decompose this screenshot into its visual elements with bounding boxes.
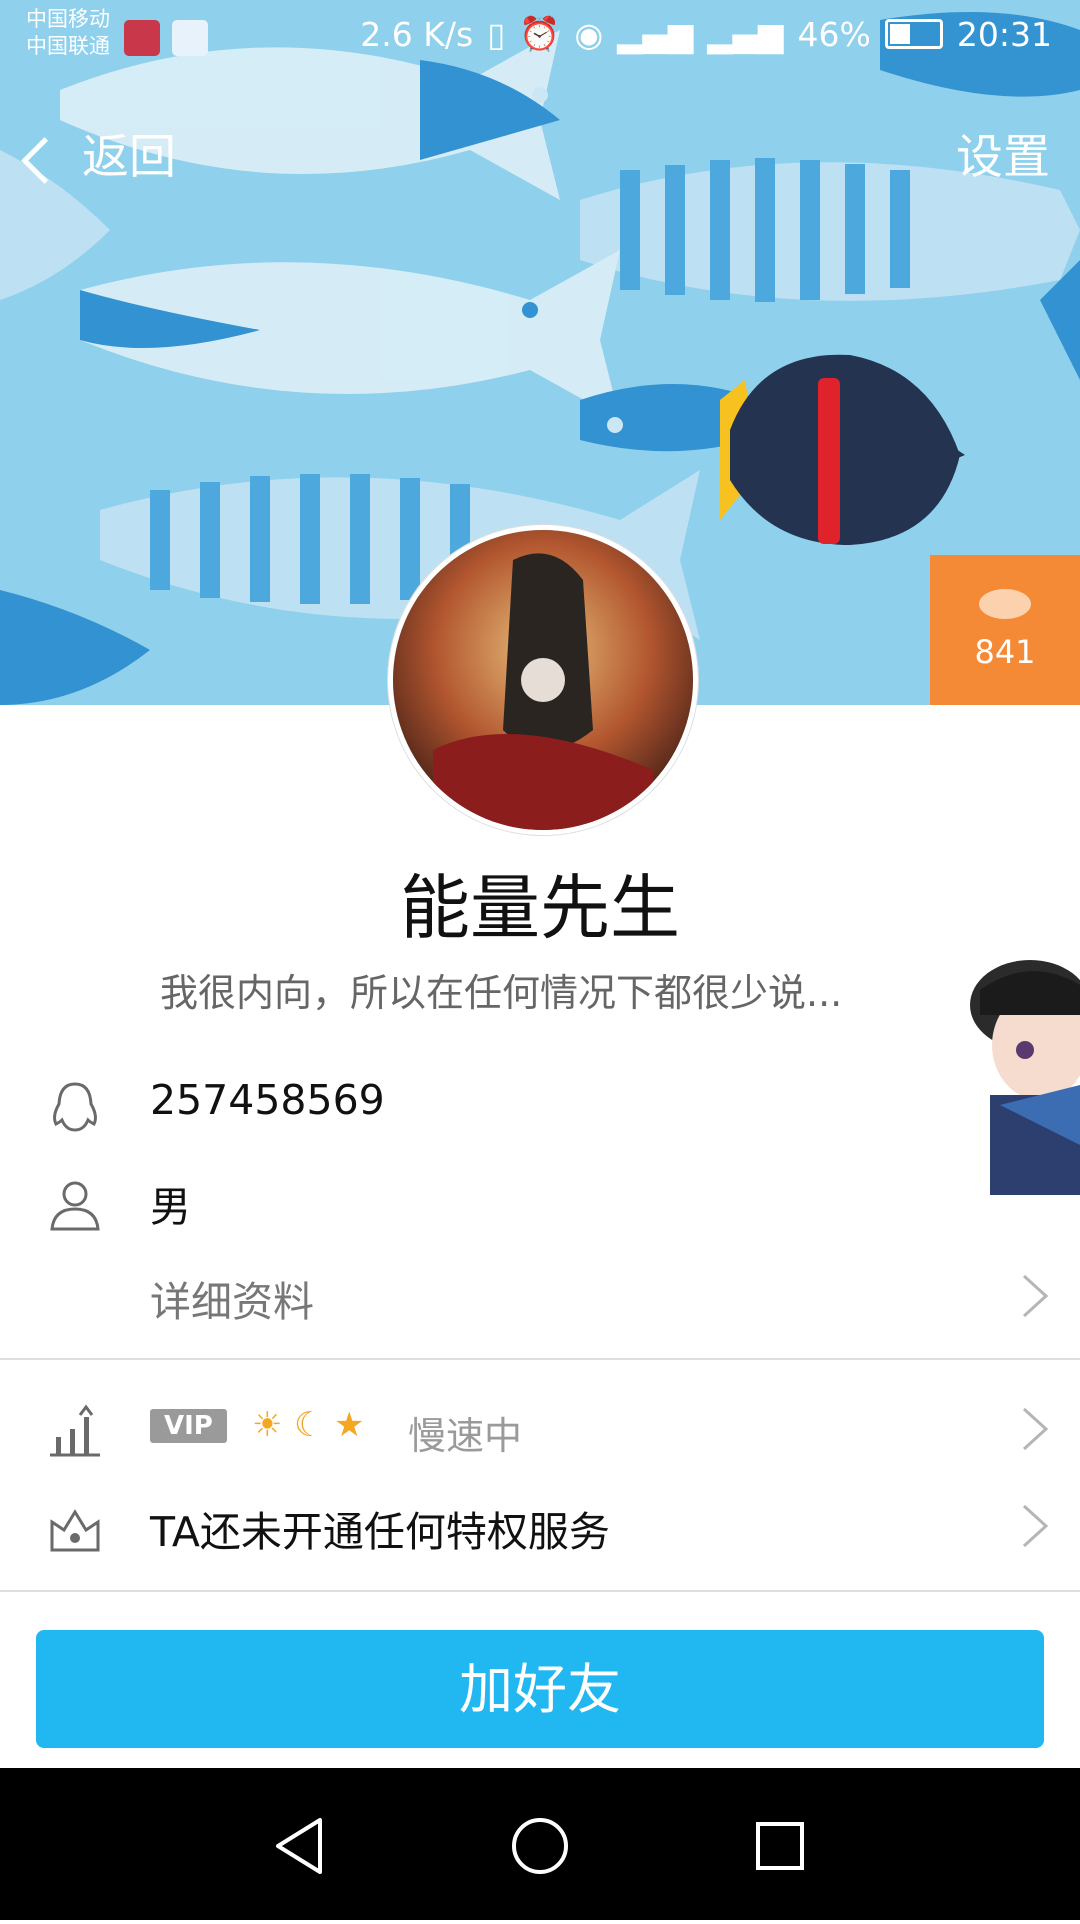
privilege-text: TA还未开通任何特权服务 [150,1508,610,1556]
vibrate-icon: ▯ [487,14,506,54]
carrier-info: 中国移动 中国联通 [26,6,110,60]
vip-badge: VIP [150,1409,227,1443]
penguin-icon [53,1082,97,1132]
qq-number-row: 257458569 [0,1058,1080,1148]
huawei-app-icon [124,20,160,56]
qq-number: 257458569 [150,1076,385,1124]
level-speed-text: 慢速中 [408,1414,523,1458]
profile-name: 能量先生 [400,867,680,949]
settings-label: 设置 [956,130,1050,185]
home-nav-icon[interactable] [512,1818,568,1874]
section-divider [0,1358,1080,1360]
sun-icon: ☀ [252,1405,283,1445]
status-indicators: 2.6 K/s ▯ ⏰ ◉ ▂▄▆ ▂▄▆ 46% 20:31 [360,14,1052,54]
details-row[interactable]: 详细资料 [0,1250,1080,1340]
gender-row: 男 [0,1155,1080,1245]
carrier-1: 中国移动 [26,7,110,31]
popularity-badge[interactable]: 841 [930,555,1080,705]
likes-icon [979,589,1031,619]
battery-icon [884,19,943,49]
back-button[interactable]: 返回 [21,118,176,187]
settings-button[interactable]: 设置 [956,118,1050,187]
level-row[interactable]: VIP ☀ ☾ ★ 慢速中 [0,1383,1080,1473]
crown-icon [50,1509,100,1552]
chevron-left-icon [21,137,68,184]
signal-icon: ▂▄▆ [617,14,694,54]
chevron-right-icon [1022,1274,1049,1318]
battery-percent: 46% [797,14,871,54]
eye-icon: ◉ [574,14,604,54]
popularity-count: 841 [974,633,1036,671]
avatar-image [393,530,693,830]
section-divider-bottom [0,1590,1080,1592]
carrier-2: 中国联通 [26,34,110,58]
add-friend-button[interactable]: 加好友 [36,1630,1044,1748]
avatar[interactable] [388,525,698,835]
level-chart-icon [50,1404,100,1457]
recents-nav-icon[interactable] [756,1822,804,1870]
person-icon [50,1181,100,1231]
star-icon: ★ [334,1405,365,1445]
clock: 20:31 [956,14,1052,54]
back-nav-icon[interactable] [276,1818,322,1874]
details-label: 详细资料 [150,1278,314,1326]
status-bar: 中国移动 中国联通 2.6 K/s ▯ ⏰ ◉ ▂▄▆ ▂▄▆ 46% 20:3… [0,0,1080,72]
network-speed: 2.6 K/s [360,14,474,54]
map-app-icon [172,20,208,56]
gender-value: 男 [150,1183,191,1231]
moon-icon: ☾ [294,1405,325,1445]
system-navigation-bar [0,1768,1080,1920]
chevron-right-icon [1022,1504,1049,1548]
back-label: 返回 [81,130,176,185]
privilege-row[interactable]: TA还未开通任何特权服务 [0,1480,1080,1570]
alarm-icon: ⏰ [519,14,561,53]
signal-icon-2: ▂▄▆ [707,14,784,54]
chevron-right-icon [1022,1407,1049,1451]
profile-signature[interactable]: 我很内向，所以在任何情况下都很少说... [160,962,842,1017]
